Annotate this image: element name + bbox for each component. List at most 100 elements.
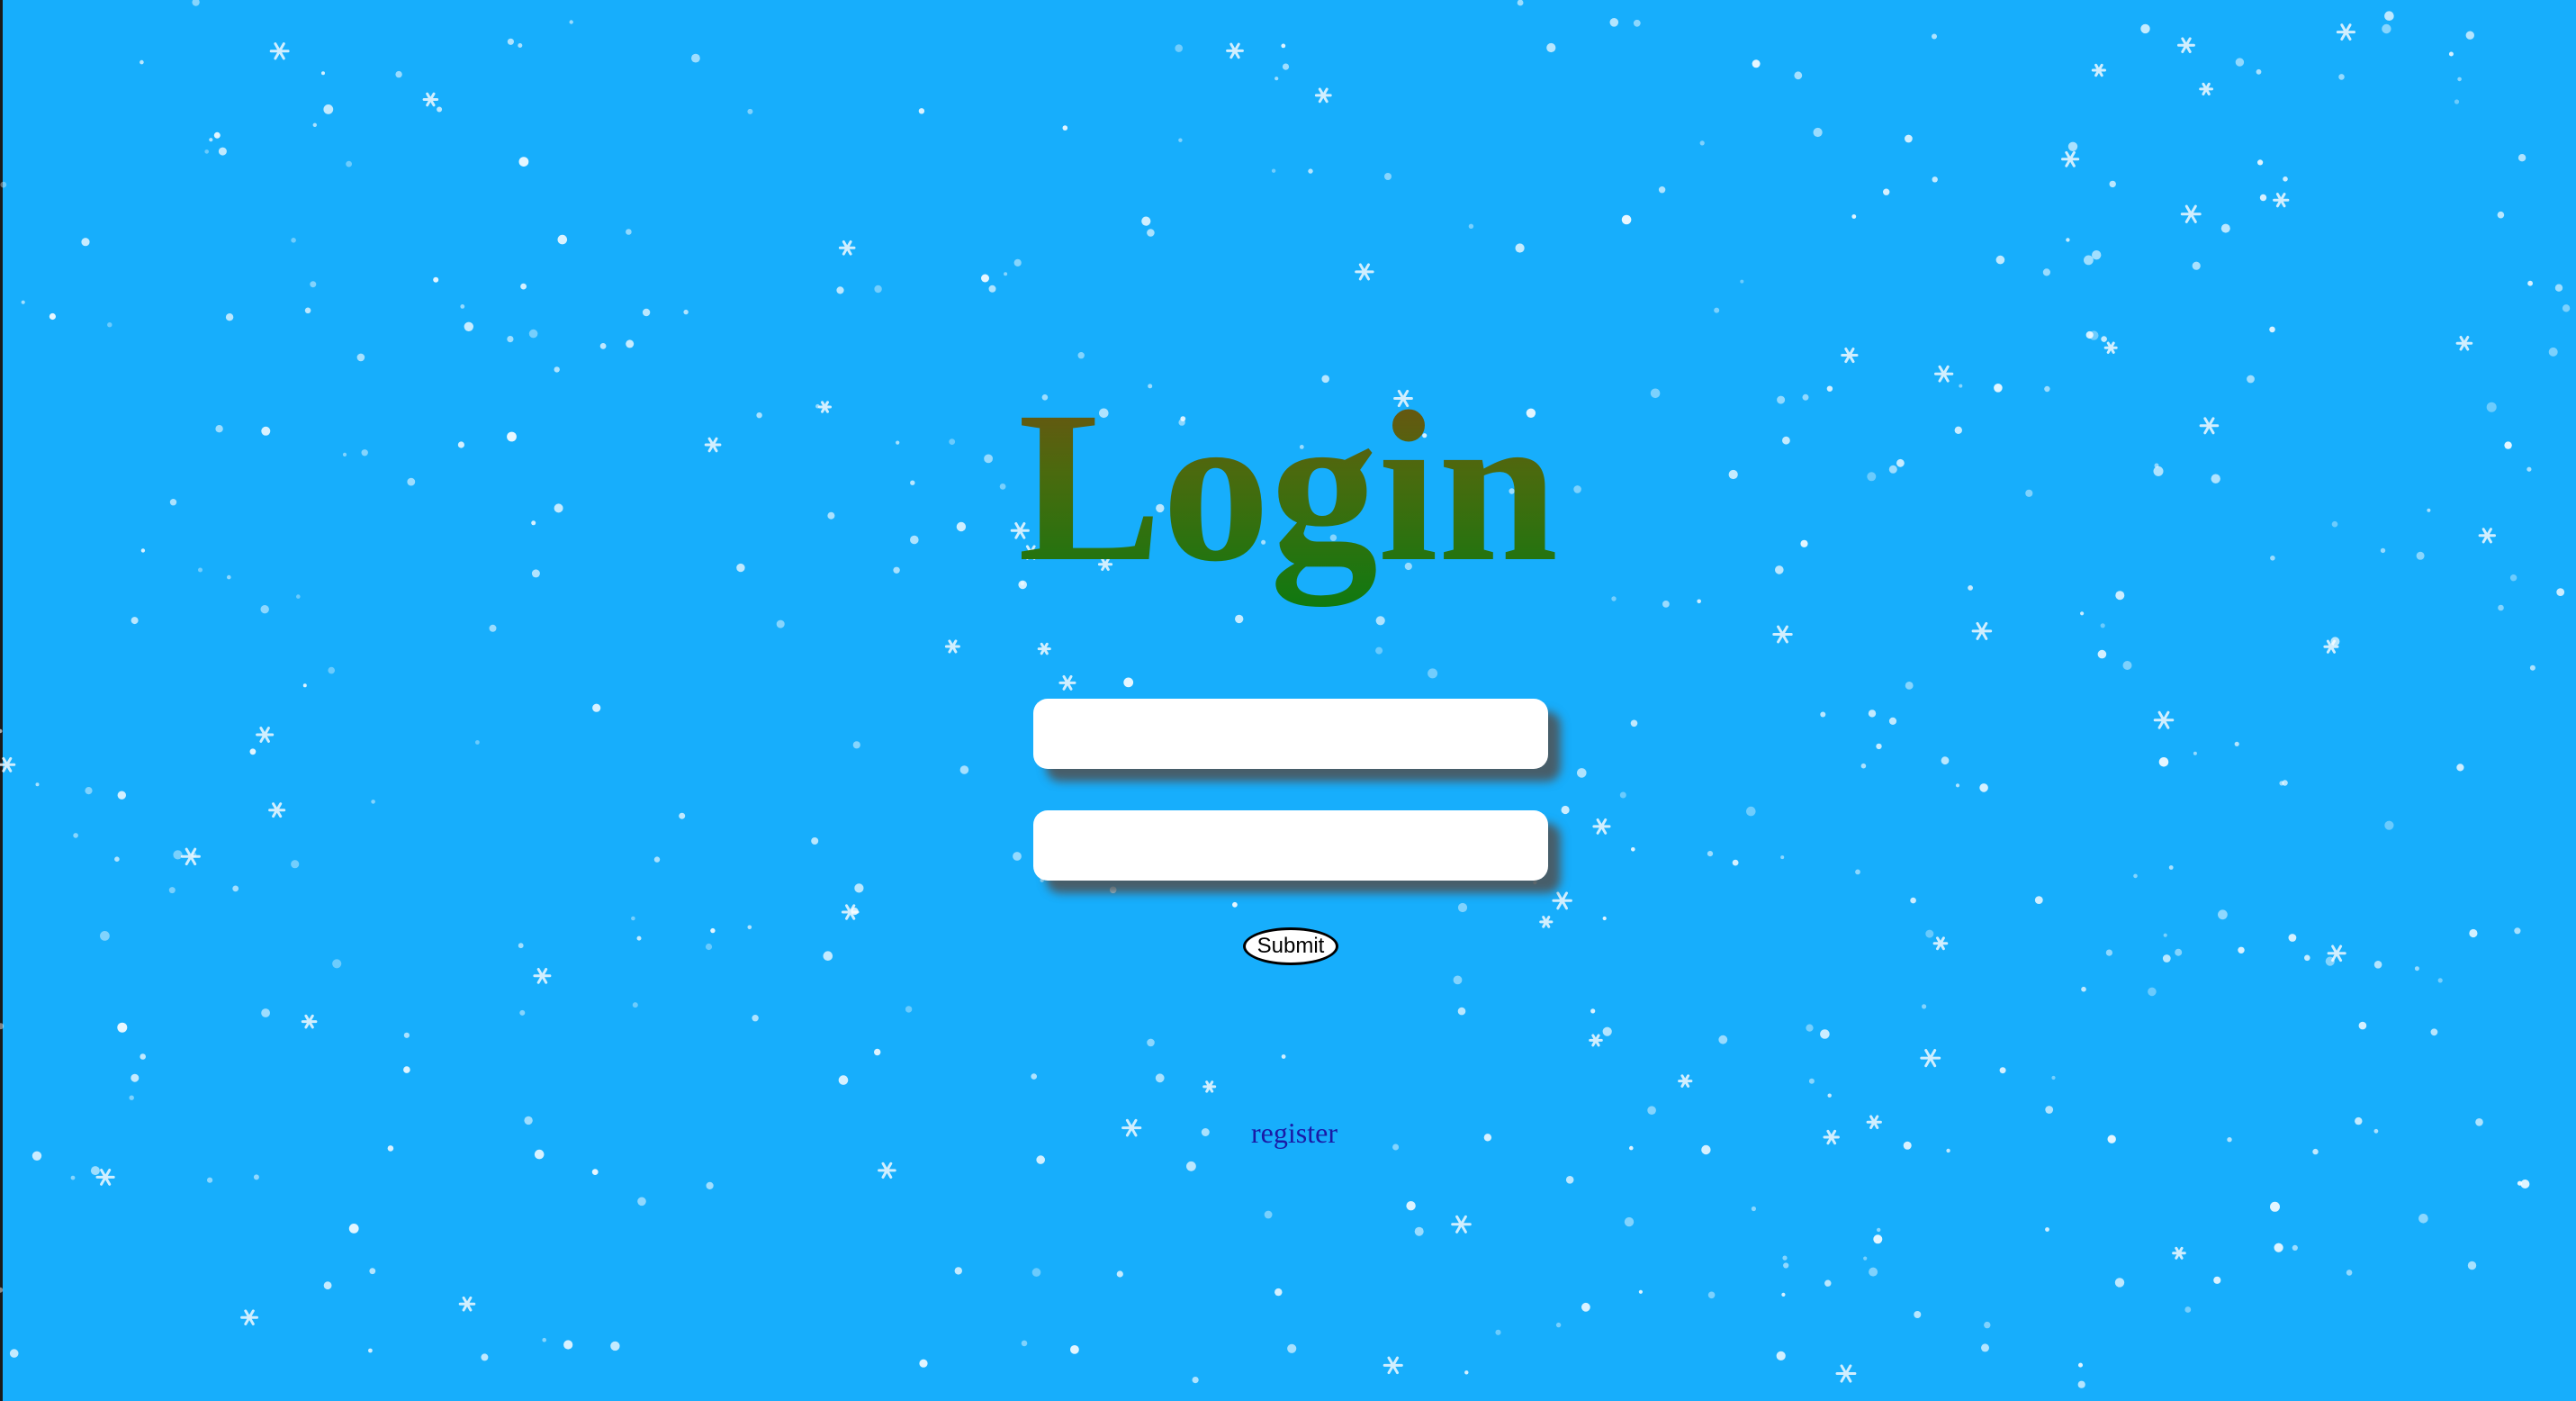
snowflake-icon: [1147, 1038, 1155, 1047]
snowflake-icon: [2051, 1075, 2056, 1080]
snowflake-icon: [173, 850, 183, 860]
snowflake-icon: [836, 286, 844, 294]
snowflake-icon: [1577, 768, 1587, 778]
snowflake-icon: [85, 787, 93, 795]
snowflake-icon: [2168, 865, 2174, 870]
snowflake-icon: [2213, 1276, 2221, 1284]
window-edge: [0, 0, 3, 1401]
snowflake-icon: [2517, 154, 2526, 162]
snowflake-icon: [2105, 949, 2112, 956]
snowflake-icon: [1375, 616, 1385, 626]
snowflake-icon: [1147, 229, 1155, 237]
snowflake-icon: [117, 791, 126, 800]
snowflake-icon: [1116, 1270, 1123, 1278]
snowflake-icon: [1555, 1322, 1562, 1328]
snowflake-icon: [1922, 1004, 1927, 1009]
snowflake-icon: [213, 131, 221, 139]
snowflake-icon: [1932, 176, 1938, 183]
snowflake-icon: [2148, 987, 2157, 997]
snowflake-icon: [747, 925, 752, 930]
snowflake-icon: [1602, 916, 1607, 921]
snowflake-icon: [1590, 1008, 1596, 1014]
snowflake-icon: [2122, 661, 2132, 670]
snowflake-icon: [1533, 881, 1537, 885]
snowflake-icon: [2548, 347, 2558, 357]
snowflake-icon: [1824, 1279, 1832, 1287]
snowflake-icon: [954, 1267, 963, 1275]
snowflake-icon: [1192, 1377, 1199, 1384]
snowflake-icon: [591, 1169, 599, 1175]
snowflake-icon: [1732, 859, 1739, 866]
snowflake-icon: [1287, 1343, 1297, 1353]
snowflake-icon: [747, 108, 753, 114]
snowflake-icon: [2269, 326, 2275, 333]
snowflake-icon: [1355, 263, 1374, 281]
snowflake-icon: [1232, 901, 1238, 908]
snowflake-icon: [2256, 68, 2262, 75]
snowflake-icon: [988, 285, 996, 293]
snowflake-icon: [168, 887, 176, 894]
snowflake-icon: [981, 274, 989, 283]
snowflake-icon: [1141, 216, 1151, 226]
snowflake-icon: [519, 1009, 526, 1016]
password-field[interactable]: [1033, 810, 1548, 881]
snowflake-icon: [1036, 1155, 1045, 1164]
snowflake-icon: [192, 0, 200, 6]
snowflake-icon: [1178, 138, 1183, 142]
register-link[interactable]: register: [0, 1115, 2576, 1151]
snowflake-icon: [191, 852, 197, 858]
snowflake-icon: [180, 847, 201, 866]
snowflake-icon: [2077, 1380, 2085, 1388]
snowflake-icon: [1077, 352, 1085, 359]
snowflake-icon: [2259, 194, 2267, 202]
snowflake-icon: [2034, 896, 2043, 904]
snowflake-icon: [2199, 82, 2213, 95]
snowflake-icon: [225, 313, 234, 321]
snowflake-icon: [2336, 23, 2355, 41]
snowflake-icon: [1678, 1074, 1693, 1088]
snowflake-icon: [776, 619, 785, 628]
snowflake-icon: [2162, 954, 2171, 963]
snowflake-icon: [2497, 211, 2505, 219]
snowflake-icon: [261, 1008, 270, 1017]
snowflake-icon: [2465, 31, 2474, 40]
snowflake-icon: [852, 741, 860, 749]
snowflake-icon: [518, 43, 523, 48]
snowflake-icon: [2455, 336, 2473, 351]
snowflake-icon: [1920, 1049, 1941, 1068]
submit-button[interactable]: Submit: [1243, 927, 1338, 965]
snowflake-icon: [1602, 1026, 1612, 1036]
snowflake-icon: [1955, 783, 1960, 788]
snowflake-icon: [683, 309, 689, 315]
snowflake-icon: [542, 1337, 546, 1342]
snowflake-icon: [1186, 1161, 1196, 1171]
snowflake-icon: [518, 157, 529, 167]
snowflake-icon: [100, 931, 110, 941]
snowflake-icon: [1281, 1054, 1286, 1059]
snowflake-icon: [2103, 341, 2118, 354]
snowflake-icon: [1271, 168, 1276, 173]
snowflake-icon: [2373, 961, 2382, 969]
snowflake-icon: [1855, 869, 1860, 875]
snowflake-icon: [854, 883, 864, 893]
snowflake-icon: [2180, 204, 2202, 223]
snowflake-icon: [2273, 193, 2290, 208]
snowflake-icon: [944, 639, 960, 654]
snowflake-icon: [117, 1022, 128, 1033]
snowflake-icon: [706, 1181, 714, 1189]
snowflake-icon: [1905, 682, 1914, 690]
snowflake-icon: [304, 307, 311, 314]
snowflake-icon: [1981, 1343, 1989, 1352]
snowflake-icon: [2279, 781, 2284, 786]
username-field[interactable]: [1033, 699, 1548, 769]
snowflake-icon: [636, 936, 642, 941]
snowflake-icon: [346, 160, 352, 167]
snowflake-icon: [2282, 780, 2288, 786]
snowflake-icon: [2330, 637, 2340, 646]
snowflake-icon: [1109, 886, 1117, 894]
snowflake-icon: [533, 968, 552, 984]
snowflake-icon: [368, 1348, 373, 1353]
snowflake-icon: [1820, 711, 1826, 718]
snowflake-icon: [2418, 1214, 2428, 1224]
snowflake-icon: [302, 683, 307, 688]
